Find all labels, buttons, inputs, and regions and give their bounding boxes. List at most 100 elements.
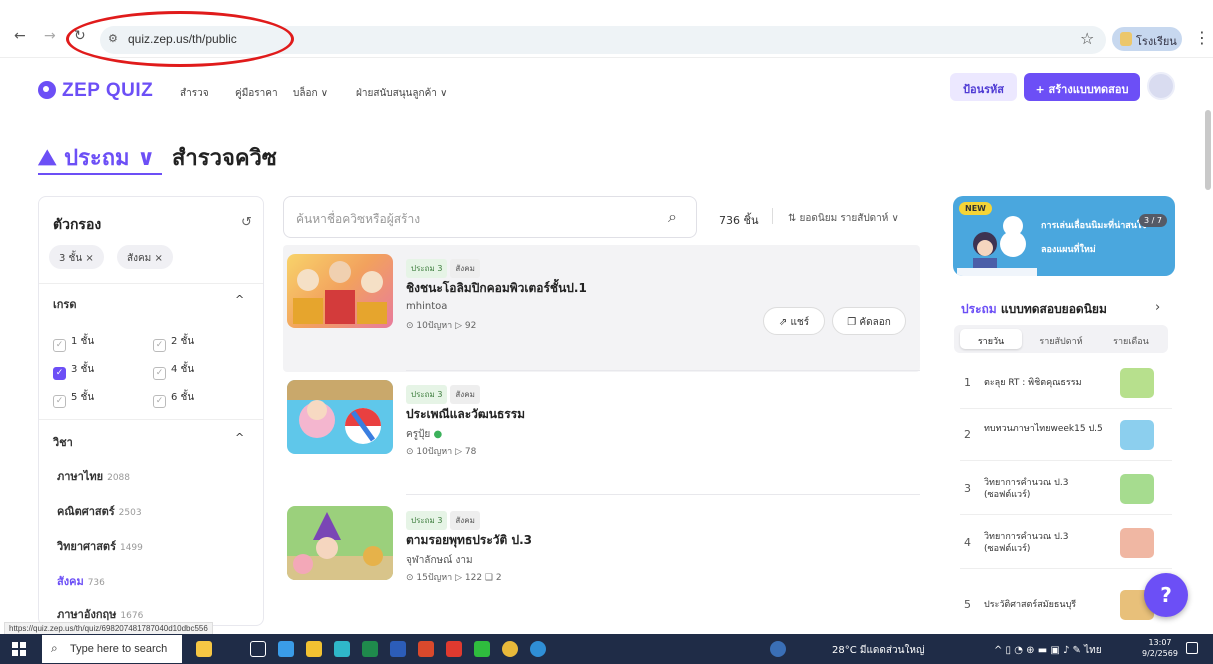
popular-title-text: แบบทดสอบยอดนิยม (996, 302, 1107, 316)
grade-checkbox-3[interactable]: ✓ 3 ชั้น (53, 362, 94, 380)
copilot-icon[interactable] (278, 641, 294, 657)
checkbox-icon: ✓ (53, 339, 66, 352)
rank-number: 5 (964, 598, 971, 611)
popular-item[interactable]: 2 ทบทวนภาษาไทยweek15 ป.5 (960, 414, 1172, 461)
subject-item-english[interactable]: ภาษาอังกฤษ 1676 (57, 605, 143, 623)
checkbox-label: 3 ชั้น (71, 364, 95, 375)
taskbar-search-box[interactable]: ⌕ Type here to search (42, 635, 182, 663)
divider (406, 370, 920, 371)
taskbar-search-placeholder: Type here to search (70, 643, 168, 655)
quiz-card[interactable]: ประถม 3 สังคม ชิงชนะโอลิมปิกคอมพิวเตอร์ชั… (283, 245, 920, 372)
search-bar[interactable]: ค้นหาชื่อควิซหรือผู้สร้าง ⌕ (283, 196, 697, 238)
task-view-icon[interactable] (250, 641, 266, 657)
subject-count: 736 (87, 578, 105, 588)
popular-item[interactable]: 5 ประวัติศาสตร์สมัยธนบุรี (960, 584, 1172, 628)
nav-pricing[interactable]: คู่มือราคา (235, 86, 278, 101)
popular-item[interactable]: 3 วิทยาการคำนวณ ป.3 (ซอฟต์แวร์) (960, 468, 1172, 515)
rank-number: 4 (964, 536, 971, 549)
quiz-title[interactable]: ประเพณีและวัฒนธรรม (406, 405, 525, 424)
nav-explore[interactable]: สำรวจ (180, 86, 209, 101)
language-indicator[interactable]: ไทย (1084, 645, 1101, 656)
filter-chip-grade[interactable]: 3 ชั้น × (49, 245, 104, 269)
grade-checkbox-1[interactable]: ✓ 1 ชั้น (53, 334, 94, 352)
nav-blog[interactable]: บล็อก ∨ (293, 86, 328, 101)
page-scrollbar[interactable] (1205, 110, 1211, 190)
weather-widget[interactable]: 28°C มีแดดส่วนใหญ่ (832, 643, 924, 658)
nav-support[interactable]: ฝ่ายสนับสนุนลูกค้า ∨ (356, 86, 447, 101)
forward-arrow-icon[interactable]: → (44, 28, 56, 44)
profile-button[interactable]: โรงเรียน (1112, 27, 1182, 51)
browser-menu-icon[interactable]: ⋮ (1194, 28, 1210, 47)
windows-start-icon[interactable] (12, 642, 26, 656)
popular-grade[interactable]: ประถม (961, 302, 997, 316)
subject-item-social[interactable]: สังคม 736 (57, 572, 105, 590)
popular-item[interactable]: 1 ตะลุย RT : พิชิตคุณธรรม (960, 362, 1172, 409)
quiz-card[interactable]: ประถม 3 สังคม ตามรอยพุทธประวัติ ป.3 จุฬาล… (283, 494, 920, 624)
page-title: สำรวจควิซ (172, 146, 277, 171)
quiz-title[interactable]: ตามรอยพุทธประวัติ ป.3 (406, 531, 532, 550)
search-icon[interactable]: ⌕ (668, 207, 677, 227)
grade-checkbox-6[interactable]: ✓ 6 ชั้น (153, 390, 194, 408)
reset-filter-icon[interactable]: ↺ (241, 215, 252, 230)
filter-chip-subject[interactable]: สังคม × (117, 245, 173, 269)
word-icon[interactable] (390, 641, 406, 657)
subject-tag: สังคม (450, 385, 480, 404)
subject-label: สังคม (57, 575, 84, 588)
user-avatar[interactable] (1147, 72, 1175, 100)
quiz-author[interactable]: จุฬาลักษณ์ งาม (406, 553, 473, 568)
create-quiz-button[interactable]: + สร้างแบบทดสอบ (1024, 73, 1140, 101)
grade-checkbox-4[interactable]: ✓ 4 ชั้น (153, 362, 194, 380)
sort-dropdown[interactable]: ⇅ ยอดนิยม รายสัปดาห์ ∨ (788, 211, 899, 226)
quiz-meta: ⊙ 15ปัญหา ▷ 122 ❑ 2 (406, 573, 502, 583)
tab-daily[interactable]: รายวัน (960, 329, 1022, 349)
subject-item-math[interactable]: คณิตศาสตร์ 2503 (57, 502, 142, 520)
file-explorer-icon[interactable] (306, 641, 322, 657)
popular-item[interactable]: 4 วิทยาการคำนวณ ป.3 (ซอฟต์แวร์) (960, 522, 1172, 569)
quiz-author[interactable]: mhintoa (406, 301, 447, 312)
zep-quiz-logo[interactable]: ZEP QUIZ (38, 80, 153, 102)
divider (39, 419, 263, 420)
promo-banner[interactable]: NEW การเล่นเลื่อนนิมะที่น่าสนใจ ลองแผนที… (953, 196, 1175, 276)
excel-icon[interactable] (362, 641, 378, 657)
back-arrow-icon[interactable]: ← (14, 28, 26, 44)
line-icon[interactable] (474, 641, 490, 657)
powerpoint-icon[interactable] (418, 641, 434, 657)
clock-date: 9/2/2569 (1142, 649, 1178, 658)
bookmark-star-icon[interactable]: ☆ (1080, 29, 1094, 48)
rank-number: 1 (964, 376, 971, 389)
copy-button[interactable]: ❐ คัดลอก (832, 307, 906, 335)
chrome-icon[interactable] (502, 641, 518, 657)
sparkle-widget-icon[interactable] (196, 641, 212, 657)
help-button[interactable]: ? (1144, 573, 1188, 617)
grade-level-dropdown[interactable]: ⛰ ประถม ∨ (38, 140, 155, 175)
filter-title: ตัวกรอง (53, 217, 102, 233)
help-app-icon[interactable] (770, 641, 786, 657)
share-button[interactable]: ⇗ แชร์ (763, 307, 825, 335)
grade-checkbox-5[interactable]: ✓ 5 ชั้น (53, 390, 94, 408)
quiz-author[interactable]: ครูปุ้ย ● (406, 427, 442, 442)
tab-weekly[interactable]: รายสัปดาห์ (1030, 329, 1092, 349)
clock-time: 13:07 (1148, 638, 1172, 647)
grade-checkbox-2[interactable]: ✓ 2 ชั้น (153, 334, 194, 352)
tab-monthly[interactable]: รายเดือน (1100, 329, 1162, 349)
banner-text-2: ลองแผนที่ใหม่ (1041, 245, 1096, 255)
taskbar-clock[interactable]: 13:07 9/2/2569 (1142, 637, 1178, 659)
system-tray[interactable]: ^ ▯ ◔ ⊕ ▬ ▣ ♪ ✎ ไทย (994, 643, 1102, 658)
subject-tag: สังคม (450, 511, 480, 530)
chevron-up-icon[interactable]: ^ (235, 293, 244, 306)
subject-item-thai[interactable]: ภาษาไทย 2088 (57, 467, 130, 485)
chevron-up-icon[interactable]: ^ (235, 431, 244, 444)
notification-icon[interactable] (1186, 642, 1198, 654)
quiz-card[interactable]: ประถม 3 สังคม ประเพณีและวัฒนธรรม ครูปุ้ย … (283, 370, 920, 498)
divider (39, 283, 263, 284)
search-input[interactable]: ค้นหาชื่อควิซหรือผู้สร้าง (296, 210, 420, 229)
banner-text-1: การเล่นเลื่อนนิมะที่น่าสนใจ (1041, 221, 1147, 231)
quiz-title[interactable]: ชิงชนะโอลิมปิกคอมพิวเตอร์ชั้นป.1 (406, 279, 587, 298)
acrobat-icon[interactable] (446, 641, 462, 657)
chevron-right-icon[interactable]: › (1155, 300, 1160, 315)
grade-section-title: เกรด (53, 298, 77, 311)
edge-icon[interactable] (334, 641, 350, 657)
enter-code-button[interactable]: ป้อนรหัส (950, 73, 1017, 101)
subject-item-science[interactable]: วิทยาศาสตร์ 1499 (57, 537, 143, 555)
edge-browser-icon[interactable] (530, 641, 546, 657)
